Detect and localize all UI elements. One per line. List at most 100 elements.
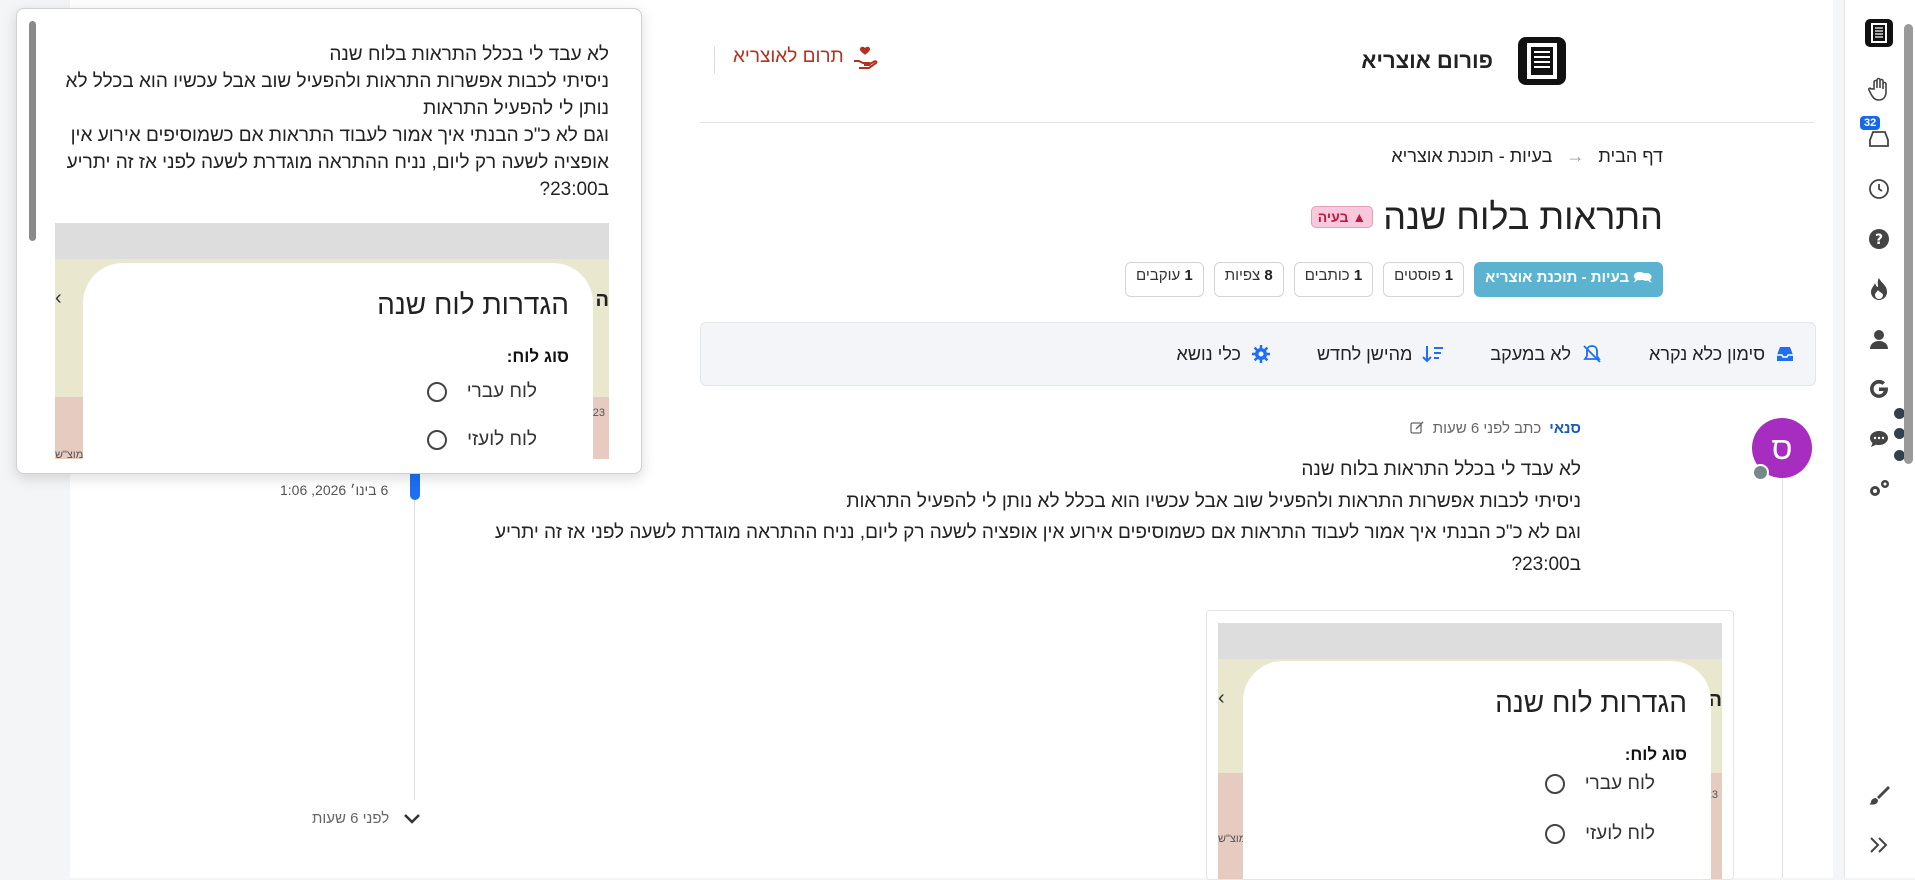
sort-button[interactable]: מהישן לחדש — [1317, 344, 1444, 365]
svg-text:?: ? — [1875, 232, 1883, 248]
mark-unread-label: סימון כלא נקרא — [1649, 343, 1765, 364]
post-image[interactable]: ה ‹ 23 מוצ"ש הגדרות לוח שנה סוג לוח: לוח… — [1206, 610, 1734, 880]
sidebar-collapse-button[interactable] — [1862, 828, 1896, 862]
topic-title: התראות בלוח שנה — [1383, 196, 1663, 237]
option-gregorian-label: לוח לועזי — [467, 429, 537, 450]
stat-views-num: 8 — [1264, 267, 1273, 284]
image-bg-letter: ה — [595, 289, 609, 311]
radio-icon — [1544, 774, 1565, 794]
option-hebrew-label: לוח עברי — [466, 381, 537, 402]
stat-views: 8 צפיות — [1213, 262, 1284, 297]
donate-heart-hand-icon — [853, 46, 878, 69]
issue-badge-label: בעיה — [1317, 209, 1349, 225]
site-brand[interactable]: פורום אוצריא — [1361, 34, 1569, 88]
breadcrumb: דף הבית → בעיות - תוכנת אוצריא — [1391, 146, 1663, 167]
post-preview-popup: לא עבד לי בכלל התראות בלוח שנה ניסיתי לכ… — [16, 8, 642, 474]
chat-icon — [1870, 431, 1888, 447]
stat-views-label: צפיות — [1224, 267, 1261, 284]
watch-toggle-button[interactable]: לא במעקב — [1490, 343, 1603, 365]
inbox-icon — [1869, 131, 1889, 147]
dialog-title: הגדרות לוח שנה — [1495, 687, 1687, 718]
post-author[interactable]: סנאי — [1549, 420, 1581, 437]
notifications-badge: 32 — [1860, 116, 1881, 130]
stat-writers-label: כותבים — [1304, 267, 1350, 284]
site-title: פורום אוצריא — [1361, 48, 1493, 73]
popup-scrollbar[interactable] — [29, 21, 36, 241]
breadcrumb-arrow: → — [1566, 146, 1585, 166]
post-line: וגם לא כ"כ הבנתי איך אמור לעבוד התראות א… — [494, 522, 1581, 543]
edit-icon — [1410, 421, 1424, 434]
category-chip-label: בעיות - תוכנת אוצריא — [1485, 269, 1630, 286]
post-line: לא עבד לי בכלל התראות בלוח שנה — [1301, 459, 1581, 480]
sidebar-hand-button[interactable] — [1862, 72, 1896, 106]
brush-icon — [1869, 786, 1890, 805]
chevron-down-icon — [404, 813, 421, 824]
google-icon — [1870, 379, 1888, 398]
sidebar-help-button[interactable]: ? — [1862, 222, 1896, 256]
popup-image: ה ‹ 23 מוצ"ש הגדרות לוח שנה סוג לוח: לוח… — [55, 223, 609, 459]
topic-tools-button[interactable]: כלי נושא — [1177, 344, 1271, 365]
radio-icon — [426, 382, 447, 402]
breadcrumb-category[interactable]: בעיות - תוכנת אוצריא — [1391, 146, 1552, 167]
donate-link[interactable]: תרום לאוצריא — [733, 44, 878, 70]
avatar-status-dot — [1752, 464, 1769, 481]
timeline-ago: לפני 6 שעות — [312, 810, 390, 827]
help-icon: ? — [1869, 229, 1889, 249]
page-scrollbar[interactable] — [1904, 24, 1913, 464]
timeline-footer[interactable]: לפני 6 שעות — [312, 810, 421, 827]
stat-followers-num: 1 — [1184, 267, 1193, 284]
sidebar-popular-button[interactable] — [1862, 272, 1896, 306]
chat-bubbles-icon: 🗪 — [1633, 269, 1652, 286]
sidebar-users-button[interactable] — [1862, 322, 1896, 356]
forum-logo-icon — [1865, 19, 1893, 47]
post-meta: סנאי כתב לפני 6 שעות — [1410, 420, 1581, 437]
right-sidebar: 32 ? — [1844, 0, 1915, 878]
warning-icon: ▲ — [1352, 209, 1367, 225]
post-content: לא עבד לי בכלל התראות בלוח שנה ניסיתי לכ… — [481, 454, 1581, 580]
header-separator — [700, 122, 1814, 123]
post-thread-line — [1782, 478, 1783, 878]
sort-label: מהישן לחדש — [1316, 343, 1413, 364]
user-icon — [1870, 330, 1888, 349]
popup-line: לא עבד לי בכלל התראות בלוח שנה — [329, 44, 609, 65]
stat-posts: 1 פוסטים — [1383, 262, 1465, 297]
radio-icon — [1545, 824, 1566, 844]
fire-icon — [1871, 278, 1887, 300]
bell-slash-icon — [1583, 345, 1601, 363]
option-hebrew: לוח עברי — [426, 381, 537, 403]
sort-icon — [1422, 346, 1444, 363]
option-hebrew-label: לוח עברי — [1584, 773, 1655, 794]
mark-unread-button[interactable]: סימון כלא נקרא — [1649, 344, 1795, 365]
option-hebrew: לוח עברי — [1544, 773, 1655, 795]
timeline-date: 6 בינו׳ 2026, 1:06 — [280, 482, 389, 498]
header-divider — [714, 46, 715, 74]
screenshot-image: ה ‹ 23 מוצ"ש הגדרות לוח שנה סוג לוח: לוח… — [1218, 623, 1722, 879]
category-chip[interactable]: 🗪 בעיות - תוכנת אוצריא — [1474, 262, 1663, 297]
settings-dialog: הגדרות לוח שנה סוג לוח: לוח עברי לוח לוע… — [1243, 661, 1711, 879]
forum-home-button[interactable] — [1862, 16, 1896, 50]
sidebar-skin-button[interactable] — [1862, 778, 1896, 812]
sidebar-google-button[interactable] — [1862, 372, 1896, 406]
post-time[interactable]: כתב לפני 6 שעות — [1433, 420, 1542, 437]
option-gregorian: לוח לועזי — [1545, 823, 1655, 845]
gear-icon — [1251, 345, 1270, 363]
stat-writers-num: 1 — [1353, 267, 1363, 284]
radio-icon — [427, 430, 448, 450]
sidebar-chats-button[interactable] — [1862, 422, 1896, 456]
issue-badge[interactable]: ▲ בעיה — [1310, 206, 1374, 228]
calendar-type-label: סוג לוח: — [1624, 745, 1687, 764]
popup-text: לא עבד לי בכלל התראות בלוח שנה ניסיתי לכ… — [49, 41, 609, 203]
image-back-chevron: ‹ — [1218, 687, 1225, 709]
topic-stats: 🗪 בעיות - תוכנת אוצריא 1 פוסטים 1 כותבים… — [1125, 262, 1663, 297]
breadcrumb-home[interactable]: דף הבית — [1598, 146, 1663, 167]
sidebar-admin-button[interactable] — [1862, 472, 1896, 506]
topic-title-row: התראות בלוח שנה ▲ בעיה — [1310, 196, 1663, 238]
timeline-track[interactable] — [414, 470, 415, 800]
sidebar-recent-button[interactable] — [1862, 172, 1896, 206]
calendar-type-label: סוג לוח: — [506, 347, 569, 366]
image-bg-text: מוצ"ש — [55, 449, 84, 459]
popup-line: ניסיתי לכבות אפשרות התראות ולהפעיל שוב א… — [65, 71, 609, 119]
post-line: ניסיתי לכבות אפשרות התראות ולהפעיל שוב א… — [846, 490, 1581, 512]
popup-line: וגם לא כ"כ הבנתי איך אמור לעבוד התראות א… — [66, 125, 609, 200]
settings-icon — [1870, 480, 1889, 496]
